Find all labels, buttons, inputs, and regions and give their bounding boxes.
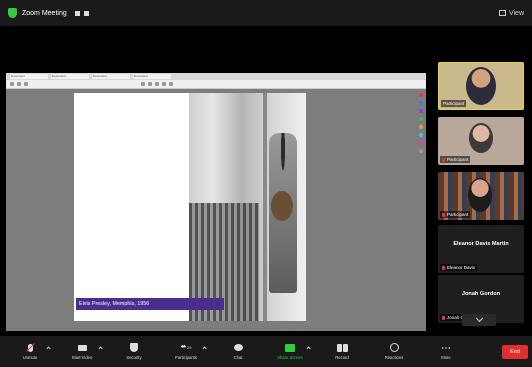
end-meeting-button[interactable]: End xyxy=(502,344,528,359)
toolbar-icon[interactable] xyxy=(148,82,152,86)
participant-tile-video-off[interactable]: Eleanor Davis Martin Eleanor Davis xyxy=(438,225,524,273)
participant-display-name: Eleanor Davis Martin xyxy=(453,241,509,247)
grid-view-icon xyxy=(498,10,506,16)
toolbar-icon[interactable] xyxy=(155,82,159,86)
participant-video xyxy=(469,123,493,153)
chevron-up-icon[interactable] xyxy=(98,345,103,351)
recording-indicator-icon xyxy=(83,10,89,16)
chat-bubble-icon xyxy=(233,344,243,351)
photo-caption: Elvis Presley, Memphis, 1956 xyxy=(76,298,224,310)
chevron-up-icon[interactable] xyxy=(46,345,51,351)
tool-icon[interactable] xyxy=(418,101,423,105)
shared-app-window[interactable]: Document Document Document Document Elvi… xyxy=(6,73,426,331)
chevron-up-icon[interactable] xyxy=(306,345,311,351)
security-button[interactable]: Security xyxy=(108,338,160,366)
unmute-button[interactable]: Unmute xyxy=(4,338,56,366)
tool-icon[interactable] xyxy=(418,117,423,121)
mic-muted-icon xyxy=(442,315,445,320)
participant-name: Eleanor Davis xyxy=(440,264,478,271)
participant-tile-active-speaker[interactable]: Participant xyxy=(438,62,524,110)
tool-icon[interactable] xyxy=(418,125,423,129)
meeting-top-bar: Zoom Meeting View xyxy=(0,0,532,26)
view-button[interactable]: View xyxy=(498,9,524,17)
app-tab[interactable]: Document xyxy=(133,74,171,79)
toolbar-icon[interactable] xyxy=(162,82,166,86)
participant-video xyxy=(466,67,496,105)
participant-name: Participant xyxy=(440,156,471,163)
participant-name: Participant xyxy=(441,100,467,107)
smiley-icon xyxy=(389,343,399,352)
mic-muted-icon xyxy=(442,212,445,217)
toolbar-icon[interactable] xyxy=(141,82,145,86)
tool-icon[interactable] xyxy=(418,133,423,137)
chevron-down-icon xyxy=(475,314,483,323)
slide-page: Elvis Presley, Memphis, 1956 xyxy=(74,93,306,321)
participant-name: Participant xyxy=(440,211,471,218)
video-camera-icon xyxy=(77,344,87,351)
toolbar-icon[interactable] xyxy=(24,82,28,86)
meeting-controls-toolbar: Unmute Start Video Security 25 Participa… xyxy=(0,336,532,367)
app-titlebar: Document Document Document Document xyxy=(6,73,426,80)
meeting-title: Zoom Meeting xyxy=(22,9,67,17)
chevron-up-icon[interactable] xyxy=(202,345,207,351)
info-icon[interactable] xyxy=(74,10,80,16)
tool-icon[interactable] xyxy=(418,109,423,113)
participant-tile[interactable]: Participant xyxy=(438,117,524,165)
record-icon xyxy=(336,343,348,352)
more-button[interactable]: More xyxy=(420,338,472,366)
toolbar-icon[interactable] xyxy=(169,82,173,86)
app-toolbar xyxy=(6,80,426,89)
mic-muted-icon xyxy=(442,157,445,162)
app-tab[interactable]: Document xyxy=(92,74,130,79)
annotation-side-toolbar xyxy=(417,93,424,153)
gallery-scroll-down-button[interactable] xyxy=(462,314,496,326)
people-icon xyxy=(180,344,187,351)
chat-button[interactable]: Chat xyxy=(212,338,264,366)
toolbar-icon[interactable] xyxy=(17,82,21,86)
tool-icon[interactable] xyxy=(418,93,423,97)
share-screen-icon xyxy=(285,343,295,352)
app-tab[interactable]: Document xyxy=(51,74,89,79)
ellipsis-icon xyxy=(441,346,451,349)
shield-icon xyxy=(130,343,138,352)
participant-gallery: Participant Participant Participant Elea… xyxy=(436,62,532,332)
view-label: View xyxy=(508,9,524,17)
historic-photo xyxy=(189,93,306,321)
participant-display-name: Jonah Gordon xyxy=(461,291,501,297)
share-screen-button[interactable]: Share Screen xyxy=(264,338,316,366)
mic-muted-icon xyxy=(442,265,445,270)
tool-icon[interactable] xyxy=(418,141,423,145)
record-button[interactable]: Record xyxy=(316,338,368,366)
participant-video xyxy=(468,178,492,212)
participant-tile[interactable]: Participant xyxy=(438,172,524,220)
app-tab[interactable]: Document xyxy=(10,74,48,79)
participants-button[interactable]: 25 Participants xyxy=(160,338,212,366)
reactions-button[interactable]: Reactions xyxy=(368,338,420,366)
participant-count: 25 xyxy=(187,345,192,350)
tool-icon[interactable] xyxy=(418,149,423,153)
shared-screen-area: Document Document Document Document Elvi… xyxy=(0,26,436,331)
toolbar-icon[interactable] xyxy=(10,82,14,86)
shield-icon[interactable] xyxy=(8,8,17,18)
microphone-muted-icon xyxy=(27,343,33,352)
start-video-button[interactable]: Start Video xyxy=(56,338,108,366)
